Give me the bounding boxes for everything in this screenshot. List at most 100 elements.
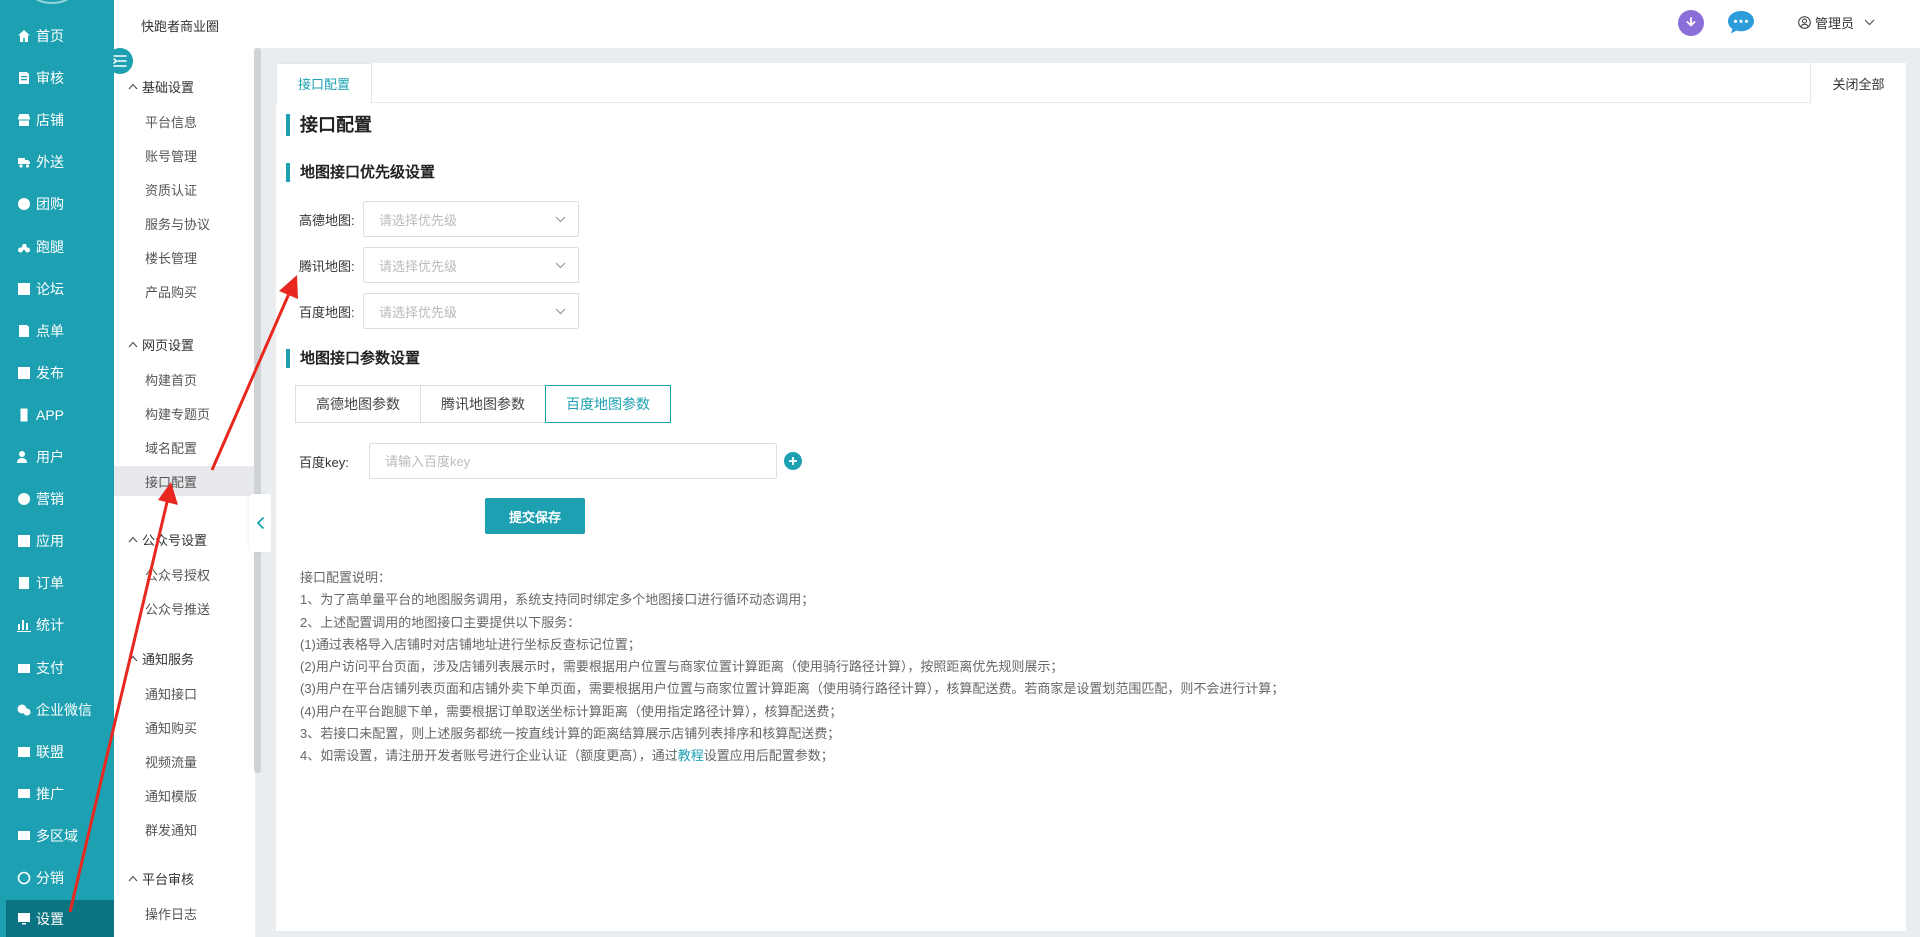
user-icon [1798, 15, 1811, 29]
note-line: 接口配置说明： [300, 570, 392, 585]
tab-interface-config[interactable]: 接口配置 [276, 63, 372, 104]
amap-priority-select[interactable]: 请选择优先级 [363, 201, 579, 237]
subnav-item[interactable]: 接口配置 [114, 466, 255, 496]
nav-item-10[interactable]: 用户 [0, 438, 114, 476]
tencent-priority-select[interactable]: 请选择优先级 [363, 247, 579, 283]
chevron-down-icon [1864, 19, 1875, 25]
subnav-group-header[interactable]: 平台审核 [128, 869, 194, 888]
user-menu[interactable]: 管理员 [1798, 12, 1879, 32]
nav-item-3[interactable]: 外送 [0, 143, 114, 181]
nav-item-14[interactable]: 统计 [0, 606, 114, 644]
tab-tencent-params[interactable]: 腾讯地图参数 [420, 385, 546, 423]
subnav-item[interactable]: 域名配置 [114, 432, 255, 462]
collapse-sidebar-button[interactable] [249, 494, 271, 552]
subnav-group-header[interactable]: 网页设置 [128, 335, 194, 354]
nav-item-label: 跑腿 [36, 238, 64, 255]
nav-item-5[interactable]: 跑腿 [0, 228, 114, 266]
menu-toggle-icon[interactable] [107, 48, 133, 74]
baidu-key-row: 百度key: [299, 443, 777, 479]
download-icon[interactable] [1678, 10, 1704, 36]
baidu-key-input[interactable] [369, 443, 777, 479]
subnav-item[interactable]: 产品购买 [114, 276, 255, 306]
audit-icon [17, 71, 31, 85]
subnav-item[interactable]: 通知接口 [114, 678, 255, 708]
subnav-group-title: 基础设置 [142, 80, 195, 95]
map-param-tabs: 高德地图参数 腾讯地图参数 百度地图参数 [295, 385, 671, 423]
tab-baidu-params[interactable]: 百度地图参数 [545, 385, 671, 423]
baidu-priority-placeholder: 请选择优先级 [379, 304, 458, 320]
subnav-item[interactable]: 资质认证 [114, 174, 255, 204]
subnav-group-header[interactable]: 通知服务 [128, 649, 194, 668]
subnav-item[interactable]: 服务与协议 [114, 208, 255, 238]
nav-item-21[interactable]: 设置 [6, 900, 114, 937]
subnav-group-title: 网页设置 [142, 338, 195, 353]
marketing-icon [17, 492, 31, 506]
nav-item-6[interactable]: 论坛 [0, 270, 114, 308]
subnav-item[interactable]: 通知模版 [114, 780, 255, 810]
nav-item-label: 论坛 [36, 280, 64, 297]
subnav-group-header[interactable]: 基础设置 [128, 77, 194, 96]
nav-item-7[interactable]: 点单 [0, 312, 114, 350]
subnav-item[interactable]: 楼长管理 [114, 242, 255, 272]
page-tab-bar: 接口配置 关闭全部 [276, 63, 1906, 104]
promotion-icon [17, 787, 31, 801]
subnav-item[interactable]: 群发通知 [114, 814, 255, 844]
subnav-item[interactable]: 公众号推送 [114, 593, 255, 623]
chat-bubble-icon[interactable] [1726, 9, 1756, 35]
note-line: (1)通过表格导入店铺时对店铺地址进行坐标反查标记位置； [300, 636, 641, 652]
subnav-group-header[interactable]: 公众号设置 [128, 530, 207, 549]
nav-item-label: 多区域 [36, 827, 78, 844]
note-line: (2)用户访问平台页面，涉及店铺列表展示时，需要根据用户位置与商家位置计算距离（… [300, 659, 1064, 675]
tutorial-link[interactable]: 教程 [678, 748, 704, 763]
subnav-item[interactable]: 平台信息 [114, 106, 255, 136]
nav-item-label: 用户 [36, 449, 64, 465]
nav-item-label: 联盟 [36, 743, 64, 760]
nav-item-17[interactable]: 联盟 [0, 733, 114, 771]
chevron-down-icon [555, 308, 566, 314]
nav-item-11[interactable]: 营销 [0, 480, 114, 518]
site-title: 快跑者商业圈 [141, 19, 220, 34]
nav-item-13[interactable]: 订单 [0, 564, 114, 602]
nav-item-2[interactable]: 店铺 [0, 101, 114, 139]
nav-item-label: 团购 [36, 196, 64, 213]
nav-item-19[interactable]: 多区域 [0, 817, 114, 855]
add-key-icon[interactable] [784, 452, 802, 470]
note-line: 1、为了高单量平台的地图服务调用，系统支持同时绑定多个地图接口进行循环动态调用； [300, 592, 815, 608]
subnav-item[interactable]: 账号管理 [114, 140, 255, 170]
subnav-item[interactable]: 构建专题页 [114, 398, 255, 428]
subnav-item[interactable]: 视频流量 [114, 746, 255, 776]
nav-item-16[interactable]: 企业微信 [0, 691, 114, 729]
nav-item-0[interactable]: 首页 [0, 17, 114, 55]
nav-item-20[interactable]: 分销 [0, 859, 114, 897]
submit-save-button[interactable]: 提交保存 [485, 498, 585, 534]
subnav-item[interactable]: 公众号授权 [114, 559, 255, 589]
chevron-down-icon [555, 216, 566, 222]
nav-item-4[interactable]: 团购 [0, 185, 114, 223]
amap-label: 高德地图: [299, 212, 355, 228]
baidu-priority-select[interactable]: 请选择优先级 [363, 293, 579, 329]
close-all-tabs-button[interactable]: 关闭全部 [1810, 63, 1906, 103]
delivery-icon [17, 155, 31, 169]
nav-item-1[interactable]: 审核 [0, 59, 114, 97]
subnav-group-title: 通知服务 [142, 652, 195, 667]
amap-priority-placeholder: 请选择优先级 [379, 212, 458, 228]
wechat-icon [17, 703, 31, 717]
nav-item-9[interactable]: APP [0, 396, 114, 434]
tab-amap-params[interactable]: 高德地图参数 [295, 385, 421, 423]
group-buy-icon [17, 197, 31, 211]
nav-item-8[interactable]: 发布 [0, 354, 114, 392]
subnav-item[interactable]: 通知购买 [114, 712, 255, 742]
chevron-up-icon [128, 655, 138, 662]
nav-item-18[interactable]: 推广 [0, 775, 114, 813]
note-line: (4)用户在平台跑腿下单，需要根据订单取送坐标计算距离（使用指定路径计算），核算… [300, 703, 843, 719]
nav-item-15[interactable]: 支付 [0, 649, 114, 687]
user-name: 管理员 [1815, 15, 1855, 31]
orders-icon [17, 576, 31, 590]
left-nav: 首页审核店铺外送团购跑腿论坛点单发布 APP 用户营销应用订单统计支付企业微信联盟推… [0, 0, 114, 937]
order-menu-icon [17, 324, 31, 338]
nav-item-12[interactable]: 应用 [0, 522, 114, 560]
nav-item-label: 支付 [36, 659, 64, 676]
subnav-item[interactable]: 操作日志 [114, 898, 255, 928]
sidebar-scrollbar[interactable] [254, 48, 261, 773]
subnav-item[interactable]: 构建首页 [114, 364, 255, 394]
